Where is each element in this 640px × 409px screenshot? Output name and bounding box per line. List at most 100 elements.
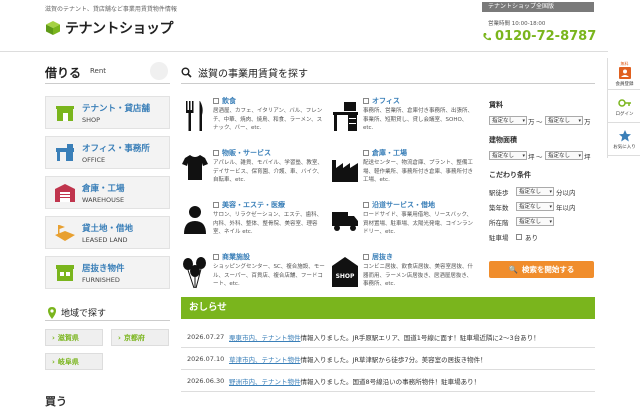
news-text: 情報入りました。JR草津駅から徒歩7分。美容室の居抜き物件！ xyxy=(300,356,487,364)
site-tagline: 滋賀のテナント、貸店舗など事業用賃貸物件情報 xyxy=(45,6,177,13)
desk-icon xyxy=(333,102,358,131)
type-checkbox[interactable] xyxy=(213,150,219,156)
type-checkbox[interactable] xyxy=(213,254,219,260)
search-start-button[interactable]: 🔍 検索を開始する xyxy=(489,261,594,278)
user-plus-icon xyxy=(618,66,631,79)
area-max-select[interactable]: 指定なし xyxy=(545,151,583,160)
pref-shiga-link[interactable]: 滋賀県 xyxy=(45,329,103,346)
news-item: 2026.06.30 野洲市内、テナント物件 情報入りました。国道8号線沿いの事… xyxy=(181,371,595,392)
buy-heading: 買う xyxy=(45,395,67,408)
all-branch-link[interactable]: テナントショップ全国版 xyxy=(482,2,594,12)
age-unit: 年以内 xyxy=(556,204,576,212)
cube-logo-icon xyxy=(45,20,61,36)
area-filter-label: 建物面積 xyxy=(489,136,517,144)
news-date: 2026.07.10 xyxy=(187,355,225,363)
news-item: 2026.07.10 草津市内、テナント物件 情報入りました。JR草津駅から徒歩… xyxy=(181,349,595,370)
conditions-label: こだわり条件 xyxy=(489,171,531,179)
type-retail[interactable]: 物販・サービス アパレル、雑貨、モバイル、学習塾、教室、デイサービス、保育園、介… xyxy=(181,148,331,198)
category-en: SHOP xyxy=(82,115,101,124)
svg-text:SHOP: SHOP xyxy=(336,273,355,280)
pref-gifu-link[interactable]: 岐阜県 xyxy=(45,353,103,370)
truck-icon xyxy=(332,212,358,231)
rent-heading: 借りる Rent xyxy=(45,62,170,84)
office-icon xyxy=(54,143,76,163)
age-select[interactable]: 指定なし xyxy=(516,202,554,211)
warehouse-icon xyxy=(54,183,76,203)
news-link[interactable]: 栗東市内、テナント物件 xyxy=(229,332,301,342)
type-desc: ロードサイド、事業用借地、リースバック、資材置場、駐車場、太陽光発電、コインラン… xyxy=(363,212,474,235)
person-icon xyxy=(184,206,206,234)
rent-title: 借りる xyxy=(45,66,82,80)
category-en: FURNISHED xyxy=(82,275,120,284)
type-desc: 居酒屋、カフェ、イタリアン、バル、フレンチ、中華、焼肉、焼鳥、和食、ラーメン、ス… xyxy=(213,108,323,131)
type-desc: コンビニ居抜、飲食店居抜、美容室居抜、什器而用、ラーメン店居抜き、居酒屋居抜き、… xyxy=(363,264,474,287)
type-checkbox[interactable] xyxy=(363,254,369,260)
news-date: 2026.07.27 xyxy=(187,333,225,341)
type-checkbox[interactable] xyxy=(363,98,369,104)
walk-unit: 分以内 xyxy=(556,189,576,197)
news-text: 情報入りました。国道8号線沿いの事務所物件！駐車場あり！ xyxy=(300,378,481,386)
favorite-label: お気に入り xyxy=(613,144,636,150)
favorite-tab[interactable]: お気に入り xyxy=(608,124,640,156)
rent-subtitle: Rent xyxy=(90,67,107,75)
tilde-label: 〜 xyxy=(536,153,543,161)
parking-option: あり xyxy=(525,234,538,242)
parking-checkbox[interactable] xyxy=(516,234,522,240)
login-tab[interactable]: ログイン xyxy=(608,91,640,123)
floor-select[interactable]: 指定なし xyxy=(516,217,554,226)
rent-max-select[interactable]: 指定なし xyxy=(545,116,583,125)
shop-building-icon: SHOP xyxy=(332,257,358,287)
land-icon xyxy=(54,223,76,243)
type-checkbox[interactable] xyxy=(213,98,219,104)
phone-number[interactable]: 0120-72-8787 xyxy=(482,29,596,44)
category-en: OFFICE xyxy=(82,155,106,164)
type-restaurant[interactable]: 飲食 居酒屋、カフェ、イタリアン、バル、フレンチ、中華、焼肉、焼鳥、和食、ラーメ… xyxy=(181,96,331,146)
type-checkbox[interactable] xyxy=(363,150,369,156)
category-label: テナント・貸店舗 xyxy=(82,103,151,114)
factory-icon xyxy=(332,160,358,182)
main-heading: 滋賀の事業用賃貸を探す xyxy=(181,62,595,84)
main-title: 滋賀の事業用賃貸を探す xyxy=(198,69,308,80)
unit-label: 万 xyxy=(584,118,591,126)
category-shop-button[interactable]: テナント・貸店舗 SHOP xyxy=(45,96,170,129)
rent-filter-label: 賃料 xyxy=(489,101,503,109)
area-min-select[interactable]: 指定なし xyxy=(489,151,527,160)
category-warehouse-button[interactable]: 倉庫・工場 WAREHOUSE xyxy=(45,176,170,209)
type-commercial[interactable]: 商業施設 ショッピングセンター、SC、複合施設、モール、スーパー、百貨店、複合店… xyxy=(181,252,331,302)
cutlery-icon xyxy=(186,101,203,131)
type-warehouse[interactable]: 倉庫・工場 配送センター、物流倉庫、プラント、整備工場、軽作業所、事務所付き倉庫… xyxy=(331,148,481,198)
unit-label: 万 xyxy=(528,118,535,126)
category-office-button[interactable]: オフィス・事務所 OFFICE xyxy=(45,136,170,169)
search-btn-label: 検索を開始する xyxy=(521,265,575,274)
news-date: 2026.06.30 xyxy=(187,377,225,385)
walk-select[interactable]: 指定なし xyxy=(516,187,554,196)
type-title: 居抜き xyxy=(372,253,393,261)
pref-kyoto-link[interactable]: 京都府 xyxy=(111,329,169,346)
type-checkbox[interactable] xyxy=(213,202,219,208)
news-link[interactable]: 草津市内、テナント物件 xyxy=(229,354,301,364)
category-label: 居抜き物件 xyxy=(82,263,125,274)
area-heading: 地域で探す xyxy=(45,305,170,321)
register-tab[interactable]: 無料 会員登録 xyxy=(608,58,640,90)
news-link[interactable]: 野洲市内、テナント物件 xyxy=(229,376,301,386)
category-furnished-button[interactable]: 居抜き物件 FURNISHED xyxy=(45,256,170,289)
type-desc: 事務所、営業所、倉庫付き事務所、出張所、事業所、短期貸し、貸し会議室、SOHO、… xyxy=(363,108,474,131)
header-divider xyxy=(0,51,608,52)
key-icon xyxy=(617,98,631,107)
type-beauty[interactable]: 美容・エステ・医療 サロン、リラクゼーション、エステ、歯科、内科、外科、整体、整… xyxy=(181,200,331,250)
type-checkbox[interactable] xyxy=(363,202,369,208)
category-label: 貸土地・借地 xyxy=(82,223,134,234)
type-title: 美容・エステ・医療 xyxy=(222,201,285,209)
shop-icon xyxy=(54,103,76,123)
category-land-button[interactable]: 貸土地・借地 LEASED LAND xyxy=(45,216,170,249)
type-office[interactable]: オフィス 事務所、営業所、倉庫付き事務所、出張所、事業所、短期貸し、貸し会議室、… xyxy=(331,96,481,146)
category-label: 倉庫・工場 xyxy=(82,183,125,194)
rent-search-icon[interactable] xyxy=(150,62,168,80)
type-roadside[interactable]: 沿道サービス・借地 ロードサイド、事業用借地、リースバック、資材置場、駐車場、太… xyxy=(331,200,481,250)
rent-min-select[interactable]: 指定なし xyxy=(489,116,527,125)
type-desc: アパレル、雑貨、モバイル、学習塾、教室、デイサービス、保育園、介護、車、バイク、… xyxy=(213,160,323,183)
site-logo[interactable]: テナントショップ xyxy=(45,18,174,38)
phone-icon xyxy=(483,32,491,40)
unit-label: 坪 xyxy=(528,153,535,161)
type-furnished[interactable]: SHOP 居抜き コンビニ居抜、飲食店居抜、美容室居抜、什器而用、ラーメン店居抜… xyxy=(331,252,481,302)
